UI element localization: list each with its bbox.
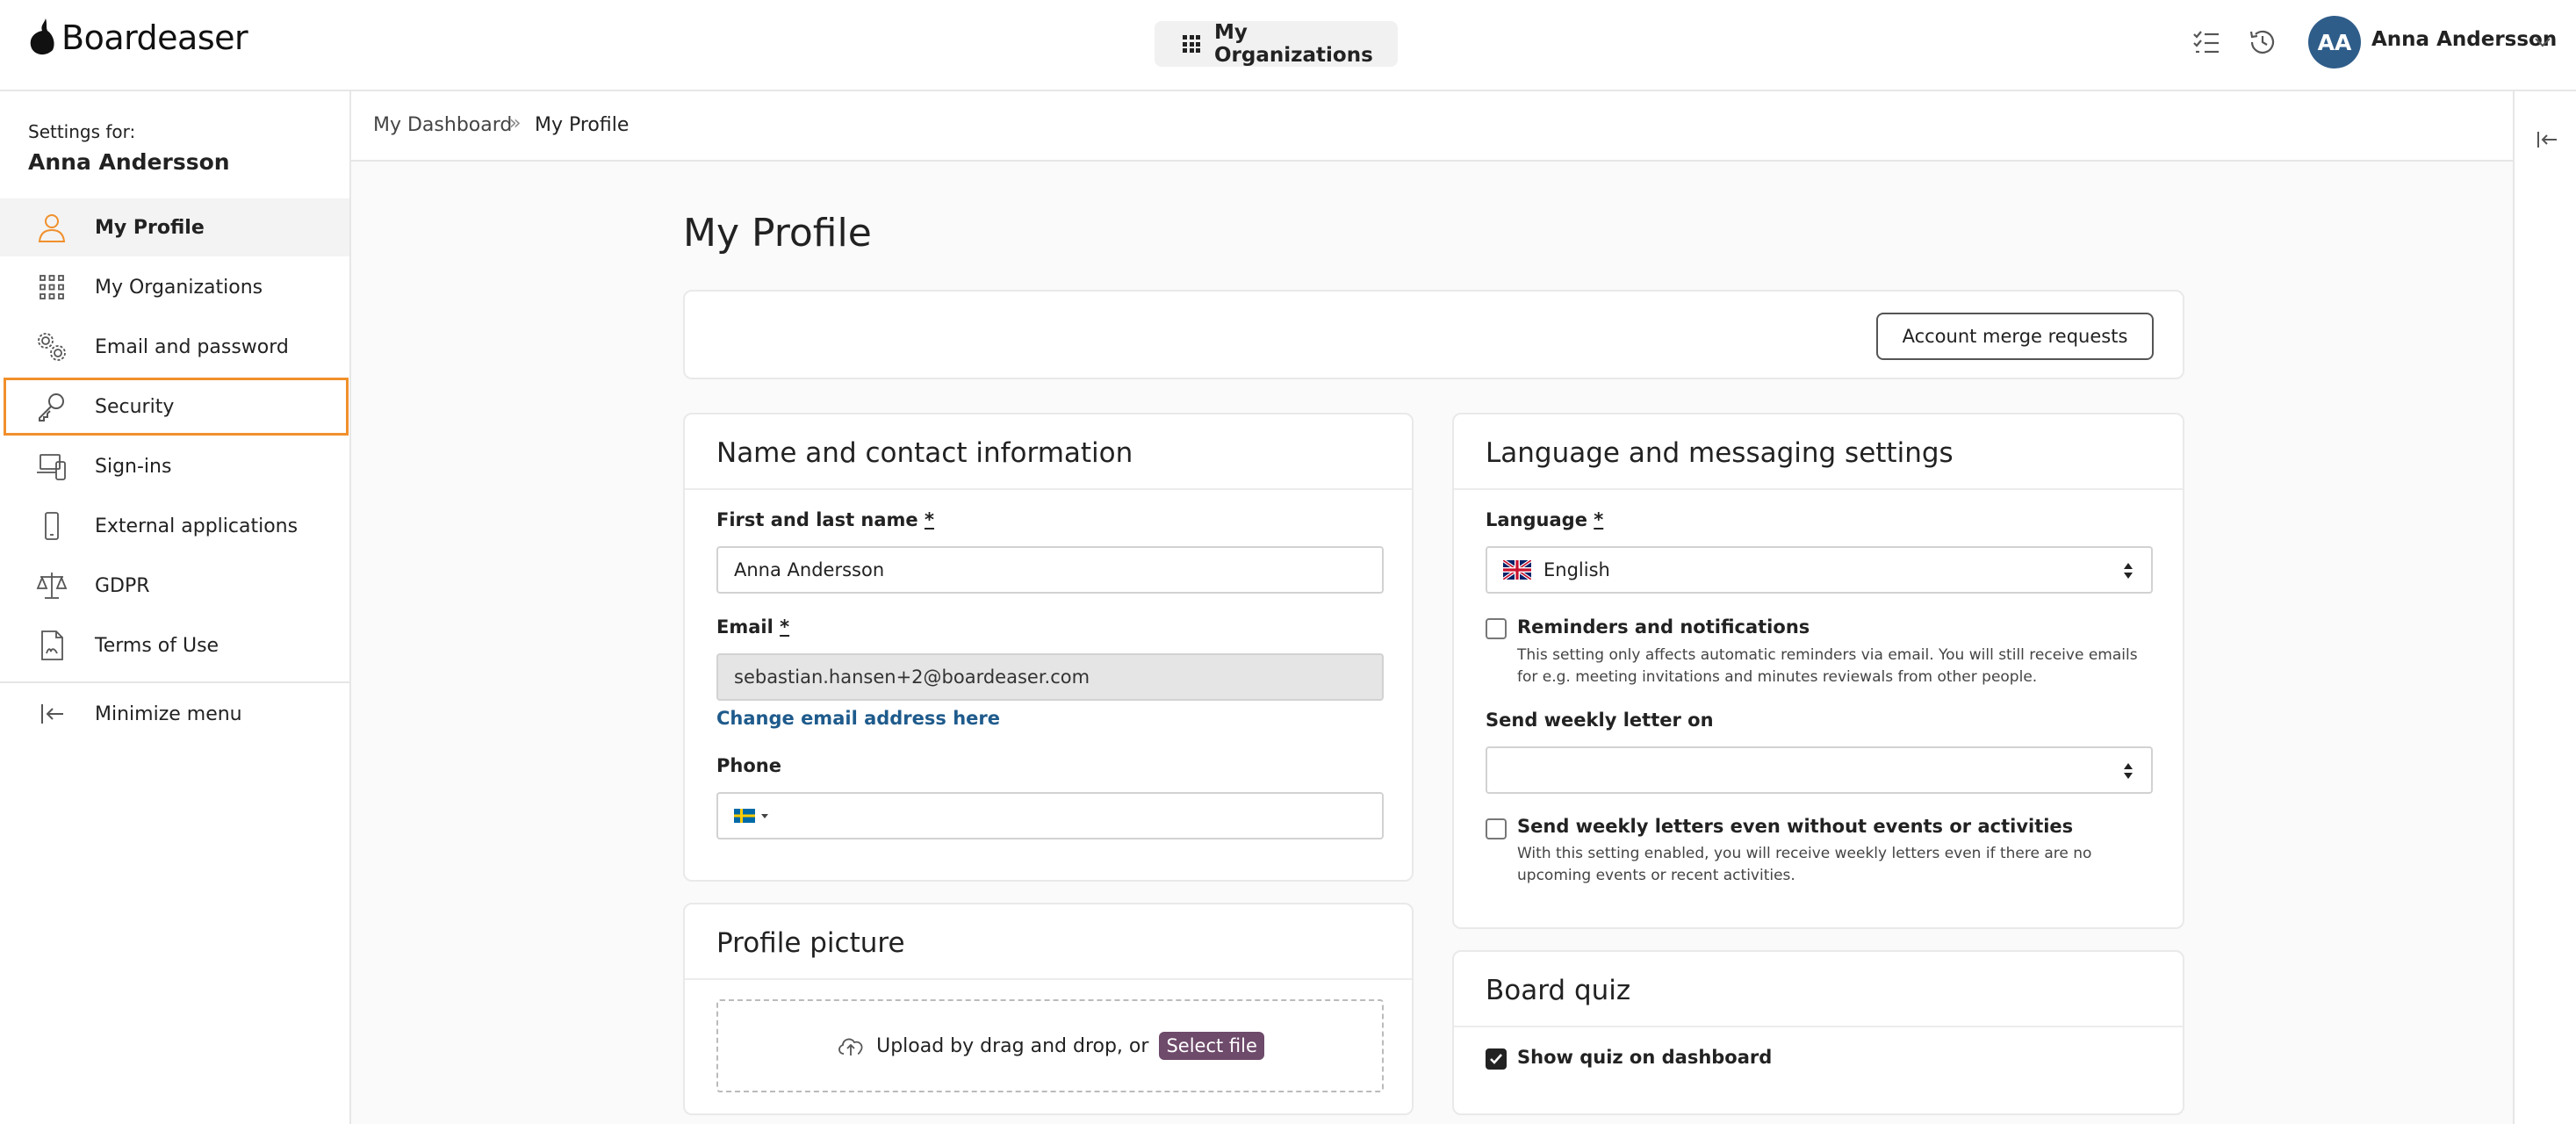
sidebar-item-label: External applications	[95, 515, 299, 537]
contact-info-card: Name and contact information First and l…	[683, 413, 1414, 882]
name-input[interactable]: Anna Andersson	[716, 546, 1384, 594]
checkmark-icon	[1490, 1054, 1502, 1064]
top-header: Boardeaser My Organizations AA Anna Ande…	[0, 0, 2576, 91]
sidebar-divider	[0, 681, 349, 683]
breadcrumb-separator: »	[509, 112, 522, 134]
cloud-upload-icon	[838, 1038, 863, 1056]
sidebar-item-security[interactable]: Security	[4, 378, 349, 436]
gears-icon	[38, 333, 66, 361]
settings-user-name: Anna Andersson	[28, 149, 230, 175]
sidebar-item-my-organizations[interactable]: My Organizations	[0, 258, 349, 316]
email-label: Email *	[716, 616, 790, 638]
sidebar-item-my-profile[interactable]: My Profile	[0, 198, 349, 256]
reminders-label: Reminders and notifications	[1517, 616, 1810, 638]
card-divider	[1454, 1026, 2183, 1027]
reminders-checkbox[interactable]	[1486, 618, 1507, 639]
account-merge-card: Account merge requests	[683, 290, 2184, 379]
language-label: Language *	[1486, 509, 1604, 530]
select-arrows-icon	[2124, 563, 2133, 579]
sidebar-item-label: GDPR	[95, 574, 150, 597]
sidebar-item-label: Email and password	[95, 335, 289, 358]
weekly-letter-label: Send weekly letter on	[1486, 710, 1714, 731]
weekly-letter-select[interactable]	[1486, 746, 2153, 794]
collapse-left-icon	[41, 704, 63, 724]
sidebar-item-external-applications[interactable]: External applications	[0, 497, 349, 555]
minimize-menu-button[interactable]: Minimize menu	[0, 685, 349, 743]
reminders-help: This setting only affects automatic remi…	[1517, 646, 2138, 686]
sidebar-item-label: My Organizations	[95, 276, 263, 299]
profile-picture-card: Profile picture Upload by drag and drop,…	[683, 903, 1414, 1115]
phone-icon	[45, 512, 59, 540]
language-settings-card: Language and messaging settings Language…	[1452, 413, 2184, 929]
breadcrumb-dashboard-link[interactable]: My Dashboard	[373, 114, 512, 136]
sidebar-item-terms-of-use[interactable]: Terms of Use	[0, 616, 349, 674]
card-divider	[1454, 488, 2183, 490]
sidebar-item-label: Sign-ins	[95, 455, 172, 478]
profile-picture-title: Profile picture	[716, 927, 905, 959]
my-organizations-label: My Organizations	[1214, 21, 1373, 67]
grid-icon	[40, 275, 64, 299]
history-icon[interactable]	[2247, 26, 2278, 58]
breadcrumb: My Dashboard » My Profile	[351, 91, 2513, 162]
avatar[interactable]: AA	[2308, 16, 2361, 68]
sidebar-item-email-and-password[interactable]: Email and password	[0, 318, 349, 376]
tasks-checklist-icon[interactable]	[2191, 26, 2222, 58]
account-merge-requests-button[interactable]: Account merge requests	[1876, 313, 2154, 360]
sidebar-item-label: Terms of Use	[95, 634, 219, 657]
collapse-panel-icon[interactable]	[2534, 126, 2560, 153]
board-quiz-title: Board quiz	[1486, 975, 1631, 1006]
my-organizations-button[interactable]: My Organizations	[1155, 21, 1398, 67]
caret-down-icon[interactable]	[760, 811, 769, 820]
page-title: My Profile	[683, 211, 872, 256]
show-quiz-checkbox[interactable]	[1486, 1048, 1507, 1070]
user-icon	[38, 214, 66, 242]
weekly-always-help: With this setting enabled, you will rece…	[1517, 845, 2092, 884]
show-quiz-label: Show quiz on dashboard	[1517, 1047, 1773, 1068]
upload-text: Upload by drag and drop, or	[876, 1034, 1149, 1057]
user-name[interactable]: Anna Andersson	[2371, 28, 2557, 51]
document-icon	[41, 630, 63, 660]
board-quiz-card: Board quiz Show quiz on dashboard	[1452, 950, 2184, 1115]
card-divider	[685, 488, 1412, 490]
breadcrumb-current: My Profile	[535, 114, 630, 136]
email-field: sebastian.hansen+2@boardeaser.com	[716, 653, 1384, 701]
sweden-flag-icon[interactable]	[734, 809, 755, 823]
right-rail	[2513, 91, 2576, 1124]
upload-dropzone[interactable]: Upload by drag and drop, or Select file	[716, 999, 1384, 1092]
sidebar-item-sign-ins[interactable]: Sign-ins	[0, 437, 349, 495]
settings-sidebar: Settings for: Anna Andersson My Profile …	[0, 91, 351, 1124]
select-arrows-icon	[2124, 763, 2133, 779]
chevron-down-icon[interactable]	[2532, 32, 2553, 53]
phone-input[interactable]	[716, 792, 1384, 839]
logo-text: Boardeaser	[61, 18, 248, 57]
scales-icon	[36, 573, 68, 599]
card-divider	[685, 978, 1412, 980]
sidebar-item-label: Security	[95, 395, 175, 418]
weekly-always-label: Send weekly letters even without events …	[1517, 816, 2074, 837]
language-card-title: Language and messaging settings	[1486, 437, 1954, 469]
name-label: First and last name *	[716, 509, 934, 530]
language-value: English	[1543, 559, 1610, 580]
change-email-link[interactable]: Change email address here	[716, 708, 1000, 729]
settings-for-label: Settings for:	[28, 121, 136, 142]
sidebar-item-gdpr[interactable]: GDPR	[0, 557, 349, 615]
minimize-menu-label: Minimize menu	[95, 702, 242, 725]
uk-flag-icon	[1503, 560, 1531, 580]
language-select[interactable]: English	[1486, 546, 2153, 594]
weekly-always-checkbox[interactable]	[1486, 818, 1507, 839]
sidebar-item-label: My Profile	[95, 216, 205, 239]
contact-card-title: Name and contact information	[716, 437, 1133, 469]
devices-icon	[37, 454, 66, 480]
key-icon	[39, 393, 64, 422]
boardeaser-logo-icon	[30, 18, 54, 55]
app-logo[interactable]: Boardeaser	[26, 16, 248, 60]
grid-icon	[1183, 35, 1200, 53]
select-file-button[interactable]: Select file	[1159, 1032, 1264, 1060]
phone-label: Phone	[716, 755, 781, 776]
